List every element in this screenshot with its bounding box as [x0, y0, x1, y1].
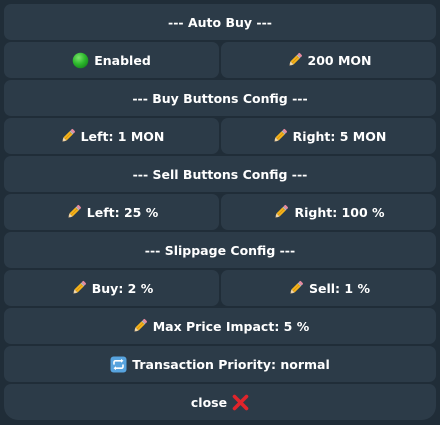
- pencil-icon: [70, 280, 87, 297]
- pencil-icon: [131, 318, 148, 335]
- auto-buy-amount-button[interactable]: 200 MON: [221, 42, 436, 78]
- slippage-config-header-button[interactable]: --- Slippage Config ---: [4, 232, 436, 268]
- keyboard-row: --- Auto Buy ---: [4, 4, 436, 40]
- close-label: close: [190, 394, 228, 410]
- inline-keyboard: --- Auto Buy --- Enabled 200 MON --- Buy…: [4, 4, 436, 422]
- buy-buttons-config-header-label: --- Buy Buttons Config ---: [132, 90, 308, 106]
- slippage-config-header-label: --- Slippage Config ---: [144, 242, 296, 258]
- keyboard-row: --- Slippage Config ---: [4, 232, 436, 268]
- keyboard-row: Max Price Impact: 5 %: [4, 308, 436, 344]
- keyboard-row: Buy: 2 % Sell: 1 %: [4, 270, 436, 306]
- pencil-icon: [271, 128, 288, 145]
- pencil-icon: [59, 128, 76, 145]
- sell-buttons-config-header-button[interactable]: --- Sell Buttons Config ---: [4, 156, 436, 192]
- keyboard-row: Left: 1 MON Right: 5 MON: [4, 118, 436, 154]
- sell-right-label: Right: 100 %: [294, 204, 385, 220]
- auto-buy-header-label: --- Auto Buy ---: [168, 14, 272, 30]
- buy-buttons-config-header-button[interactable]: --- Buy Buttons Config ---: [4, 80, 436, 116]
- slippage-buy-button[interactable]: Buy: 2 %: [4, 270, 219, 306]
- auto-buy-toggle-button[interactable]: Enabled: [4, 42, 219, 78]
- buy-right-button[interactable]: Right: 5 MON: [221, 118, 436, 154]
- sell-left-button[interactable]: Left: 25 %: [4, 194, 219, 230]
- pencil-icon: [272, 204, 289, 221]
- buy-right-label: Right: 5 MON: [292, 128, 387, 144]
- keyboard-row: --- Sell Buttons Config ---: [4, 156, 436, 192]
- transaction-priority-label: Transaction Priority: normal: [132, 356, 330, 372]
- repeat-icon: [110, 356, 127, 373]
- pencil-icon: [65, 204, 82, 221]
- auto-buy-amount-label: 200 MON: [307, 52, 372, 68]
- keyboard-row: Enabled 200 MON: [4, 42, 436, 78]
- pencil-icon: [287, 280, 304, 297]
- sell-buttons-config-header-label: --- Sell Buttons Config ---: [132, 166, 308, 182]
- max-price-impact-label: Max Price Impact: 5 %: [152, 318, 310, 334]
- pencil-icon: [286, 52, 303, 69]
- auto-buy-toggle-label: Enabled: [94, 52, 151, 68]
- transaction-priority-button[interactable]: Transaction Priority: normal: [4, 346, 436, 382]
- keyboard-row: Left: 25 % Right: 100 %: [4, 194, 436, 230]
- slippage-sell-button[interactable]: Sell: 1 %: [221, 270, 436, 306]
- sell-left-label: Left: 25 %: [86, 204, 159, 220]
- buy-left-button[interactable]: Left: 1 MON: [4, 118, 219, 154]
- slippage-buy-label: Buy: 2 %: [91, 280, 154, 296]
- slippage-sell-label: Sell: 1 %: [309, 280, 370, 296]
- auto-buy-header-button[interactable]: --- Auto Buy ---: [4, 4, 436, 40]
- keyboard-row: Transaction Priority: normal: [4, 346, 436, 382]
- buy-left-label: Left: 1 MON: [80, 128, 165, 144]
- close-button[interactable]: close: [4, 384, 436, 420]
- keyboard-row: --- Buy Buttons Config ---: [4, 80, 436, 116]
- red-x-icon: [232, 394, 249, 411]
- sell-right-button[interactable]: Right: 100 %: [221, 194, 436, 230]
- max-price-impact-button[interactable]: Max Price Impact: 5 %: [4, 308, 436, 344]
- keyboard-row: close: [4, 384, 436, 420]
- green-circle-icon: [72, 52, 89, 69]
